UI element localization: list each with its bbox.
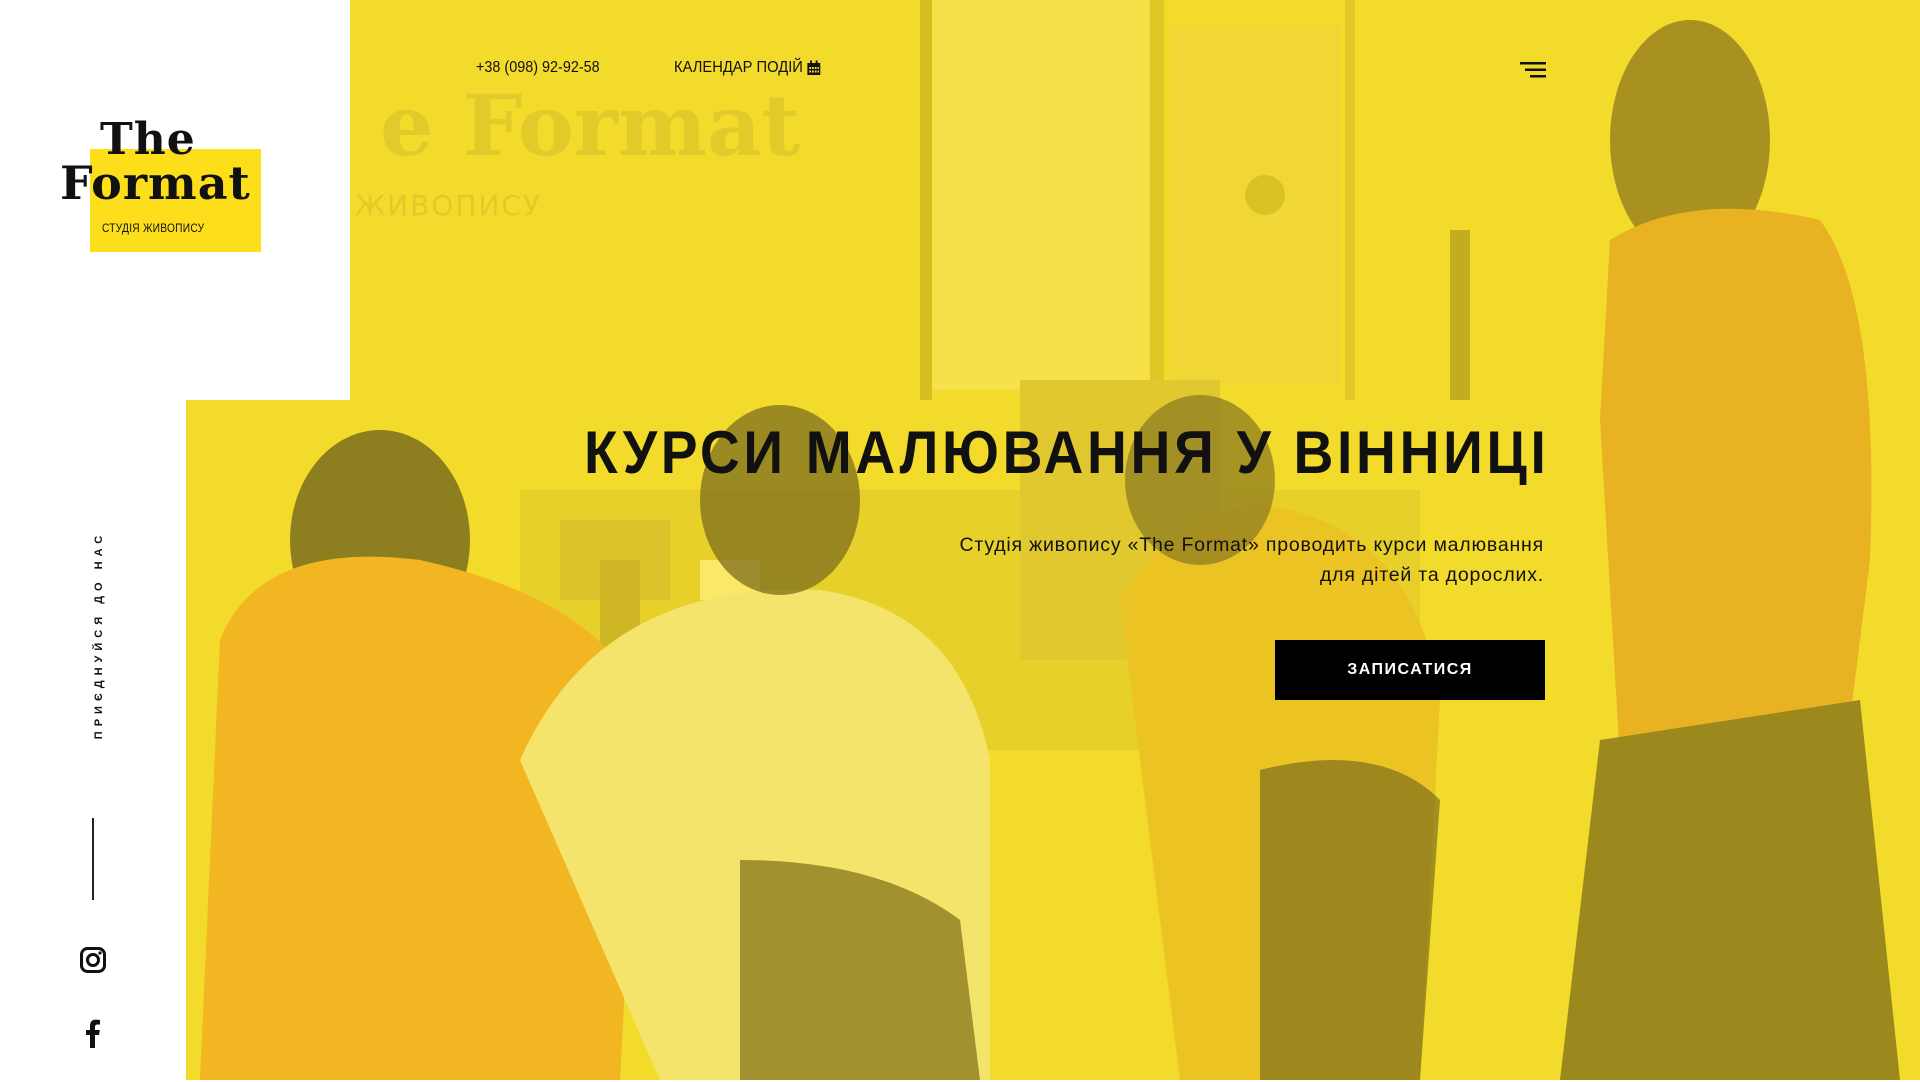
events-calendar-label: КАЛЕНДАР ПОДІЙ: [674, 59, 803, 76]
hero-title: КУРСИ МАЛЮВАННЯ У ВІННИЦІ: [584, 419, 1550, 486]
signup-button[interactable]: ЗАПИСАТИСЯ: [1275, 640, 1545, 700]
hamburger-menu-icon[interactable]: [1520, 62, 1546, 78]
phone-link[interactable]: +38 (098) 92-92-58: [476, 59, 600, 77]
sidebar-divider: [92, 818, 94, 900]
join-us-vertical-text: приєднуйся до нас: [92, 495, 106, 775]
logo-panel: The Format СТУДІЯ ЖИВОПИСУ: [0, 0, 350, 400]
events-calendar-link[interactable]: КАЛЕНДАР ПОДІЙ: [674, 59, 821, 77]
facebook-icon[interactable]: [83, 1018, 103, 1048]
hero-description-line-2: для дітей та дорослих.: [1320, 564, 1544, 586]
join-us-label: приєднуйся до нас: [93, 530, 105, 740]
logo-subtitle: СТУДІЯ ЖИВОПИСУ: [102, 221, 205, 235]
hero-description-line-1: Студія живопису «The Format» проводить к…: [959, 534, 1544, 556]
site-logo[interactable]: The Format СТУДІЯ ЖИВОПИСУ: [58, 118, 268, 258]
instagram-icon[interactable]: [80, 947, 106, 973]
hero-description: Студія живопису «The Format» проводить к…: [844, 530, 1544, 590]
calendar-icon: [807, 60, 821, 75]
logo-format-text: Format: [60, 156, 251, 210]
